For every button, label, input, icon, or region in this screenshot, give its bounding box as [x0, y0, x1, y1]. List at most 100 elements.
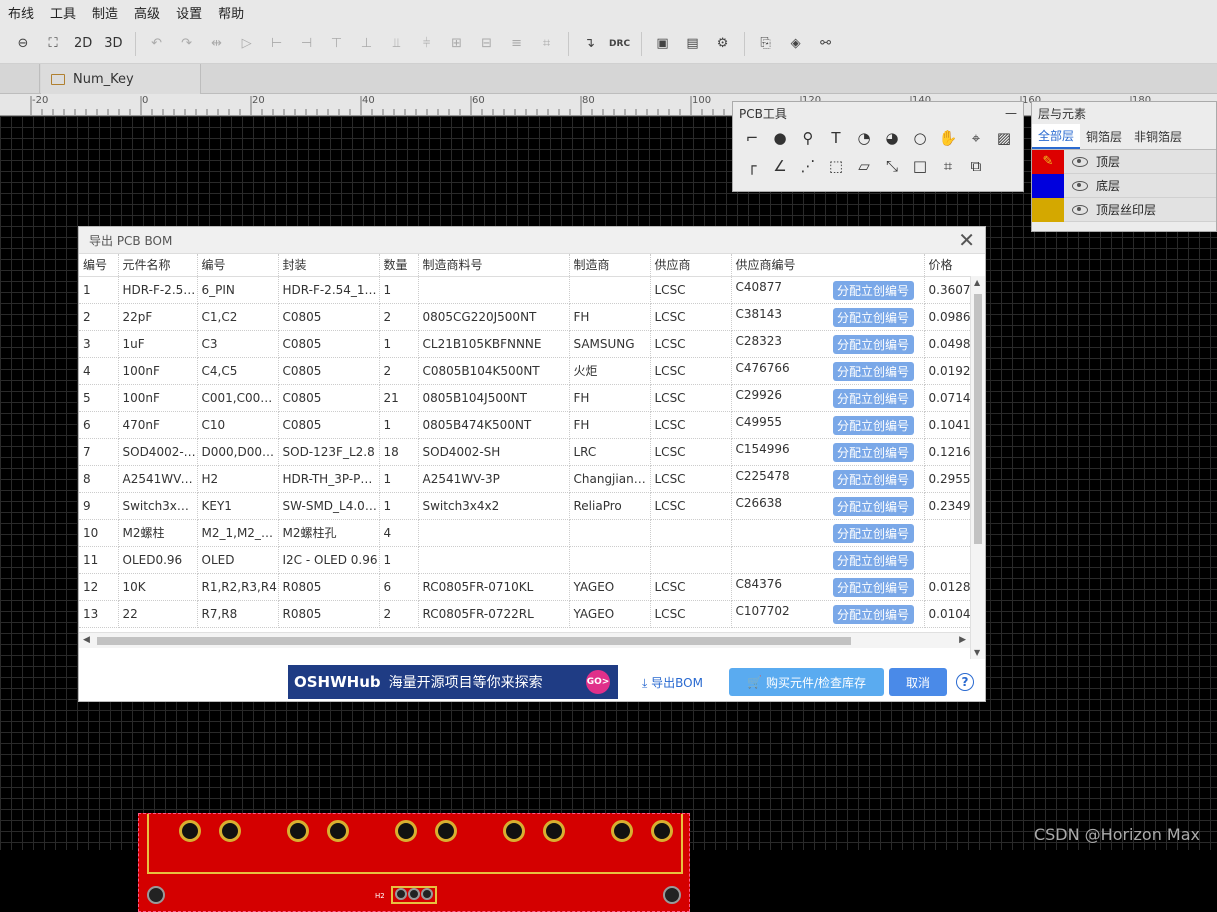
view-3d-button[interactable]: 3D	[100, 31, 126, 57]
layer-row-top-silk[interactable]: 顶层丝印层	[1032, 197, 1216, 222]
solid-region-icon[interactable]: ▱	[850, 152, 878, 180]
column-header[interactable]: 制造商料号	[418, 254, 570, 277]
buy-parts-button[interactable]: 🛒 购买元件/检查库存	[729, 668, 884, 696]
column-header[interactable]: 元件名称	[118, 254, 198, 277]
align-left-icon[interactable]: ⊢	[264, 31, 290, 57]
menu-settings[interactable]: 设置	[168, 3, 210, 22]
column-header[interactable]: 供应商编号	[731, 254, 925, 277]
column-header[interactable]: 数量	[379, 254, 419, 277]
cutout-icon[interactable]: ⌗	[934, 152, 962, 180]
column-header[interactable]: 编号	[197, 254, 279, 277]
circle-icon[interactable]: ○	[906, 124, 934, 152]
minimize-button[interactable]: —	[1005, 106, 1017, 120]
table-row[interactable]: 2 22pF C1,C2 C0805 2 0805CG220J500NT FH LCSC C38…	[79, 303, 985, 331]
assign-lcsc-button[interactable]: 分配立创编号	[832, 280, 914, 300]
canvas-origin-icon[interactable]: ⌖	[962, 124, 990, 152]
table-row[interactable]: 3 1uF C3 C0805 1 CL21B105KBFNNNE SAMSUNG LCSC C2…	[79, 330, 985, 358]
menu-advanced[interactable]: 高级	[126, 3, 168, 22]
layer-row-top[interactable]: ✎ 顶层	[1032, 149, 1216, 174]
menu-help[interactable]: 帮助	[210, 3, 252, 22]
snap-grid-icon[interactable]: ⌗	[534, 31, 560, 57]
assign-lcsc-button[interactable]: 分配立创编号	[832, 442, 914, 462]
tab-num-key[interactable]: Num_Key	[41, 64, 201, 94]
dimension-icon[interactable]: ┌	[738, 152, 766, 180]
import-icon[interactable]: ⎘	[753, 31, 779, 57]
scroll-right-icon[interactable]: ▶	[959, 635, 966, 645]
table-row[interactable]: 13 22 R7,R8 R0805 2 RC0805FR-0722RL YAGEO LCSC C…	[79, 600, 985, 628]
text-icon[interactable]: T	[822, 124, 850, 152]
align-right-icon[interactable]: ⊣	[294, 31, 320, 57]
layer-row-bottom[interactable]: 底层	[1032, 173, 1216, 198]
oshwhub-banner[interactable]: OSHWHub 海量开源项目等你来探索 GO>	[288, 665, 618, 699]
table-row[interactable]: 9Switch3x4x2KEY1SW-SMD_L4.0-W3.01Switch3…	[79, 492, 985, 520]
assign-lcsc-button[interactable]: 分配立创编号	[832, 415, 914, 435]
table-row[interactable]: 5100nFC001,C002,C003C0805210805B104J500N…	[79, 384, 985, 412]
align-center-v-icon[interactable]: ⫫	[384, 31, 410, 57]
table-row[interactable]: 4 100nF C4,C5 C0805 2 C0805B104K500NT 火炬 LCSC C4…	[79, 357, 985, 385]
distribute-h-icon[interactable]: ⊞	[444, 31, 470, 57]
drc-button[interactable]: DRC	[607, 31, 633, 57]
rotate-right-icon[interactable]: ↷	[174, 31, 200, 57]
export-bom-link[interactable]: ⤓ 导出BOM	[642, 674, 703, 691]
assign-lcsc-button[interactable]: 分配立创编号	[832, 550, 914, 570]
eye-icon[interactable]	[1072, 180, 1088, 191]
rotate-left-icon[interactable]: ↶	[144, 31, 170, 57]
column-header[interactable]: 价格	[924, 254, 985, 277]
view-2d-button[interactable]: 2D	[70, 31, 96, 57]
scroll-thumb[interactable]	[974, 294, 982, 544]
close-icon[interactable]: ✕	[958, 230, 975, 250]
tab-bar-home[interactable]	[0, 64, 40, 94]
scroll-up-icon[interactable]: ▲	[974, 278, 980, 287]
table-row[interactable]: 10M2螺柱M2_1,M2_2,M2_3M2螺柱孔4 分配立创编号	[79, 519, 985, 547]
arc-icon[interactable]: ◕	[878, 124, 906, 152]
tab-all-layers[interactable]: 全部层	[1032, 124, 1081, 149]
photo-view-icon[interactable]: ⧉	[962, 152, 990, 180]
layer-color-swatch[interactable]	[1032, 173, 1064, 198]
assign-lcsc-button[interactable]: 分配立创编号	[832, 361, 914, 381]
align-center-h-icon[interactable]: ⫩	[414, 31, 440, 57]
table-row[interactable]: 1HDR-F-2.54_1x66_PINHDR-F-2.54_1x61LCSCC…	[79, 276, 985, 304]
assign-lcsc-button[interactable]: 分配立创编号	[832, 469, 914, 489]
column-header[interactable]: 封装	[278, 254, 380, 277]
layer-color-swatch[interactable]: ✎	[1032, 149, 1064, 174]
tab-non-copper-layers[interactable]: 非铜箔层	[1128, 124, 1188, 149]
settings-board-icon[interactable]: ⚙	[710, 31, 736, 57]
pad-icon[interactable]: ●	[766, 124, 794, 152]
pcb-board[interactable]: H2	[138, 813, 690, 912]
distribute-v-icon[interactable]: ⊟	[474, 31, 500, 57]
scroll-thumb[interactable]	[97, 637, 851, 645]
align-bottom-icon[interactable]: ⊥	[354, 31, 380, 57]
table-row[interactable]: 6 470nF C10 C0805 1 0805B474K500NT FH LCSC C4995…	[79, 411, 985, 439]
rect-icon[interactable]: □	[906, 152, 934, 180]
arc-center-icon[interactable]: ◔	[850, 124, 878, 152]
flip-horizontal-icon[interactable]: ⇹	[204, 31, 230, 57]
hand-icon[interactable]: ✋	[934, 124, 962, 152]
cancel-button[interactable]: 取消	[889, 668, 947, 696]
copper-area-icon[interactable]: ⬚	[822, 152, 850, 180]
track-icon[interactable]: ⌐	[738, 124, 766, 152]
share-icon[interactable]: ⚯	[813, 31, 839, 57]
assign-lcsc-button[interactable]: 分配立创编号	[832, 496, 914, 516]
eye-icon[interactable]	[1072, 204, 1088, 215]
table-row[interactable]: 8 A2541WV-3P H2 HDR-TH_3P-P2.54 1 A2541WV-3P C…	[79, 465, 985, 493]
angle-icon[interactable]: ∠	[766, 152, 794, 180]
fit-view-icon[interactable]: ⛶	[40, 31, 66, 57]
flip-vertical-icon[interactable]: ▷	[234, 31, 260, 57]
layers-icon[interactable]: ◈	[783, 31, 809, 57]
banner-go-icon[interactable]: GO>	[586, 670, 610, 694]
vertical-scrollbar[interactable]: ▲ ▼	[970, 276, 985, 659]
table-row[interactable]: 7SOD4002-SHD000,D001,D002SOD-123F_L2.818…	[79, 438, 985, 466]
assign-lcsc-button[interactable]: 分配立创编号	[832, 334, 914, 354]
assign-lcsc-button[interactable]: 分配立创编号	[832, 388, 914, 408]
assign-lcsc-button[interactable]: 分配立创编号	[832, 577, 914, 597]
scroll-left-icon[interactable]: ◀	[83, 635, 90, 645]
column-header[interactable]: 供应商	[650, 254, 732, 277]
align-grid-icon[interactable]: ≡	[504, 31, 530, 57]
assign-lcsc-button[interactable]: 分配立创编号	[832, 604, 914, 624]
connect-pad-icon[interactable]: ⋰	[794, 152, 822, 180]
layer-color-swatch[interactable]	[1032, 197, 1064, 222]
help-icon[interactable]: ?	[956, 673, 974, 691]
column-header[interactable]: 制造商	[569, 254, 651, 277]
assign-lcsc-button[interactable]: 分配立创编号	[832, 307, 914, 327]
column-header[interactable]: 编号	[79, 254, 119, 277]
